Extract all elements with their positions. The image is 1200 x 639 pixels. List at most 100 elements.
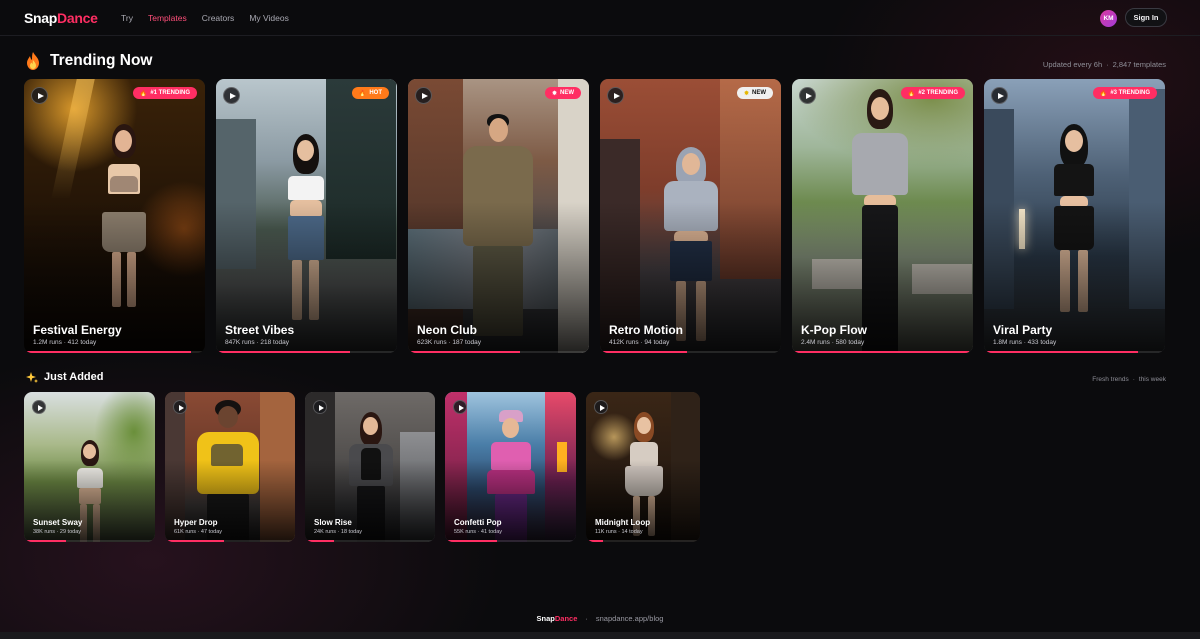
play-icon[interactable]	[453, 400, 467, 414]
trending-meta-count: 2,847 templates	[1112, 60, 1166, 69]
nav-item-creators[interactable]: Creators	[202, 13, 235, 23]
footer-blog-link[interactable]: snapdance.app/blog	[596, 614, 664, 623]
popularity-bar	[305, 540, 334, 542]
popularity-bar	[165, 540, 224, 542]
template-stats: 2.4M runs · 580 today	[801, 339, 865, 346]
badge-label: HOT	[369, 90, 382, 96]
template-name: Retro Motion	[609, 323, 683, 337]
template-name: Hyper Drop	[174, 518, 218, 527]
just-added-meta-b: this week	[1138, 376, 1166, 383]
badge-label: #3 TRENDING	[1110, 90, 1150, 96]
popularity-bar	[586, 540, 604, 542]
popularity-bar	[24, 540, 66, 542]
bottom-scrollbar-track	[0, 632, 1200, 639]
play-icon[interactable]	[415, 87, 432, 104]
trending-badge: 🔥 #1 TRENDING	[132, 87, 197, 99]
template-card-viral-party[interactable]: 🔥 #3 TRENDING Viral Party 1.8M runs · 433…	[984, 79, 1165, 353]
template-card-midnight-loop[interactable]: Midnight Loop 11K runs · 14 today	[586, 392, 700, 542]
just-added-meta: Fresh trends · this week	[1092, 376, 1166, 383]
template-card-retro-motion[interactable]: ✸ NEW Retro Motion 412K runs · 94 today	[600, 79, 781, 353]
new-badge: ✸ NEW	[736, 87, 773, 99]
template-name: Neon Club	[417, 323, 477, 337]
fire-icon: 🔥	[907, 90, 916, 97]
template-card-festival-energy[interactable]: 🔥 #1 TRENDING Festival Energy 1.2M runs ·…	[24, 79, 205, 353]
popularity-bar	[984, 351, 1138, 353]
play-icon[interactable]	[223, 87, 240, 104]
template-card-slow-rise[interactable]: Slow Rise 24K runs · 18 today	[305, 392, 435, 542]
nav-item-try[interactable]: Try	[121, 13, 133, 23]
stage-light	[51, 79, 95, 199]
trending-meta: Updated every 6h · 2,847 templates	[1042, 60, 1166, 69]
play-icon[interactable]	[594, 400, 608, 414]
template-name: Midnight Loop	[595, 518, 651, 527]
badge-label: #2 TRENDING	[918, 90, 958, 96]
template-card-confetti-pop[interactable]: Confetti Pop 55K runs · 41 today	[445, 392, 576, 542]
template-name: Sunset Sway	[33, 518, 83, 527]
badge-label: NEW	[752, 90, 766, 96]
template-stats: 38K runs · 29 today	[33, 529, 82, 535]
trending-meta-updated: Updated every 6h	[1042, 60, 1103, 69]
template-card-hyper-drop[interactable]: Hyper Drop 61K runs · 47 today	[165, 392, 295, 542]
template-name: Slow Rise	[314, 518, 352, 527]
template-stats: 1.2M runs · 412 today	[33, 339, 97, 346]
template-name: Viral Party	[993, 323, 1053, 337]
main-nav: Try Templates Creators My Videos	[121, 13, 304, 23]
fire-icon: 🔥	[358, 90, 367, 97]
template-stats: 412K runs · 94 today	[609, 339, 670, 346]
template-name: Street Vibes	[225, 323, 295, 337]
sparkle-icon: ✸	[551, 90, 557, 97]
just-added-section-title: Just Added	[26, 371, 104, 383]
popularity-bar	[216, 351, 350, 353]
sparkles-icon	[26, 371, 38, 383]
template-card-neon-club[interactable]: ✸ NEW Neon Club 623K runs · 187 today	[408, 79, 589, 353]
brand-logo-part2: Dance	[57, 10, 98, 26]
template-card-street-vibes[interactable]: 🔥 HOT Street Vibes 847K runs · 218 today	[216, 79, 397, 353]
new-badge: ✸ NEW	[544, 87, 581, 99]
template-stats: 623K runs · 187 today	[417, 339, 481, 346]
popularity-bar	[408, 351, 521, 353]
just-added-title: Just Added	[44, 371, 104, 383]
fire-icon: 🔥	[1099, 90, 1108, 97]
fire-icon	[26, 52, 40, 70]
brand-logo-part1: Snap	[24, 10, 58, 26]
template-stats: 24K runs · 18 today	[314, 529, 363, 535]
template-name: Festival Energy	[33, 323, 122, 337]
footer-brand[interactable]: SnapDance	[537, 614, 578, 623]
play-icon[interactable]	[607, 87, 624, 104]
template-name: K-Pop Flow	[801, 323, 867, 337]
template-card-sunset-sway[interactable]: Sunset Sway 38K runs · 29 today	[24, 392, 155, 542]
just-added-meta-a: Fresh trends	[1092, 376, 1129, 383]
footer-brand-part1: Snap	[536, 614, 555, 623]
play-icon[interactable]	[31, 87, 48, 104]
footer-brand-part2: Dance	[554, 614, 578, 623]
nav-item-templates[interactable]: Templates	[148, 13, 187, 23]
popularity-bar	[24, 351, 191, 353]
sign-in-button[interactable]: Sign In	[1125, 8, 1167, 27]
popularity-bar	[600, 351, 687, 353]
play-icon[interactable]	[799, 87, 816, 104]
sparkle-icon: ✸	[743, 90, 749, 97]
template-name: Confetti Pop	[454, 518, 502, 527]
template-stats: 61K runs · 47 today	[174, 529, 223, 535]
brand-logo[interactable]: SnapDance	[24, 10, 98, 26]
fire-icon: 🔥	[139, 90, 148, 97]
user-avatar[interactable]: KM	[1100, 10, 1117, 27]
template-stats: 1.8M runs · 433 today	[993, 339, 1057, 346]
hot-badge: 🔥 HOT	[351, 87, 389, 99]
play-icon[interactable]	[991, 87, 1008, 104]
template-stats: 55K runs · 41 today	[454, 529, 503, 535]
template-card-k-pop-flow[interactable]: 🔥 #2 TRENDING K-Pop Flow 2.4M runs · 580 …	[792, 79, 973, 353]
trending-title: Trending Now	[50, 52, 153, 69]
popularity-bar	[792, 351, 970, 353]
page-footer: SnapDance · snapdance.app/blog	[536, 614, 664, 623]
play-icon[interactable]	[173, 400, 187, 414]
badge-label: NEW	[560, 90, 574, 96]
trending-badge: 🔥 #2 TRENDING	[900, 87, 965, 99]
template-stats: 847K runs · 218 today	[225, 339, 289, 346]
nav-item-my-videos[interactable]: My Videos	[249, 13, 289, 23]
trending-section-title: Trending Now	[26, 52, 152, 70]
play-icon[interactable]	[32, 400, 46, 414]
popularity-bar	[445, 540, 498, 542]
play-icon[interactable]	[313, 400, 327, 414]
top-navigation-bar: SnapDance Try Templates Creators My Vide…	[0, 0, 1200, 36]
